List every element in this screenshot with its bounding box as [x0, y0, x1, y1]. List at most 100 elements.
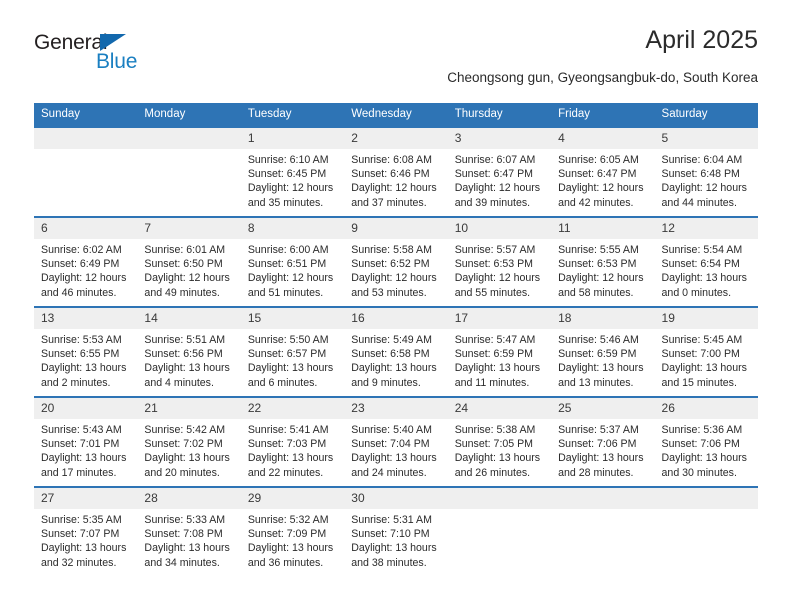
calendar-day-cell[interactable]: 12 Sunrise: 5:54 AM Sunset: 6:54 PM Dayligh… [654, 216, 758, 307]
weekday-header-friday: Friday [551, 103, 655, 127]
day-details: Sunrise: 5:40 AM Sunset: 7:04 PM Daylight:… [344, 419, 447, 480]
sunset-text: Sunset: 6:46 PM [351, 168, 430, 181]
sunrise-text: Sunrise: 6:04 AM [661, 154, 743, 166]
day-details: Sunrise: 5:53 AM Sunset: 6:55 PM Daylight:… [34, 329, 137, 390]
sunrise-text: Sunrise: 5:49 AM [351, 334, 432, 346]
logo-triangle-icon [100, 34, 126, 51]
calendar-week-row: 1 Sunrise: 6:10 AM Sunset: 6:45 PM Daylight… [34, 126, 758, 217]
daylight-text-line1: Daylight: 13 hours [144, 452, 230, 465]
calendar-day-cell[interactable]: 17 Sunrise: 5:47 AM Sunset: 6:59 PM Dayligh… [447, 306, 552, 397]
day-details: Sunrise: 6:07 AM Sunset: 6:47 PM Daylight:… [448, 149, 551, 210]
daylight-text-line1: Daylight: 13 hours [661, 362, 747, 375]
sunset-text: Sunset: 7:06 PM [661, 438, 740, 451]
calendar-container: Sunday Monday Tuesday Wednesday Thursday… [34, 103, 758, 576]
day-number: 28 [137, 488, 241, 509]
calendar-body: 1 Sunrise: 6:10 AM Sunset: 6:45 PM Daylight… [34, 126, 758, 576]
calendar-day-cell[interactable]: 20 Sunrise: 5:43 AM Sunset: 7:01 PM Dayligh… [34, 396, 138, 487]
sunset-text: Sunset: 7:07 PM [41, 528, 120, 541]
day-number: 20 [34, 398, 138, 419]
day-details: Sunrise: 5:35 AM Sunset: 7:07 PM Daylight:… [34, 509, 137, 570]
calendar-day-cell[interactable]: 1 Sunrise: 6:10 AM Sunset: 6:45 PM Daylight… [240, 126, 345, 217]
calendar-day-cell[interactable]: 22 Sunrise: 5:41 AM Sunset: 7:03 PM Dayligh… [240, 396, 345, 487]
calendar-day-cell[interactable]: 26 Sunrise: 5:36 AM Sunset: 7:06 PM Dayligh… [654, 396, 758, 487]
day-number: 6 [34, 218, 138, 239]
daylight-text-line1: Daylight: 13 hours [661, 272, 747, 285]
day-number: 19 [654, 308, 758, 329]
calendar-day-cell[interactable]: 2 Sunrise: 6:08 AM Sunset: 6:46 PM Daylight… [344, 126, 448, 217]
daylight-text-line1: Daylight: 12 hours [454, 272, 541, 285]
daylight-text-line1: Daylight: 13 hours [247, 452, 334, 465]
general-blue-logo[interactable]: General Blue [34, 32, 194, 80]
calendar-day-cell[interactable]: 19 Sunrise: 5:45 AM Sunset: 7:00 PM Dayligh… [654, 306, 758, 397]
sunrise-text: Sunrise: 6:08 AM [351, 154, 432, 166]
calendar-day-cell[interactable]: 9 Sunrise: 5:58 AM Sunset: 6:52 PM Daylight… [344, 216, 448, 307]
calendar-day-cell[interactable]: 8 Sunrise: 6:00 AM Sunset: 6:51 PM Daylight… [240, 216, 345, 307]
calendar-day-cell[interactable]: 27 Sunrise: 5:35 AM Sunset: 7:07 PM Dayligh… [34, 486, 138, 576]
day-number: 30 [344, 488, 448, 509]
calendar-day-cell[interactable]: 16 Sunrise: 5:49 AM Sunset: 6:58 PM Dayligh… [344, 306, 448, 397]
calendar-table: Sunday Monday Tuesday Wednesday Thursday… [34, 103, 758, 576]
calendar-week-row: 13 Sunrise: 5:53 AM Sunset: 6:55 PM Dayligh… [34, 306, 758, 397]
calendar-day-cell[interactable]: 21 Sunrise: 5:42 AM Sunset: 7:02 PM Dayligh… [137, 396, 241, 487]
sunset-text: Sunset: 6:47 PM [558, 168, 637, 181]
day-number: 11 [551, 218, 655, 239]
calendar-day-cell[interactable]: 4 Sunrise: 6:05 AM Sunset: 6:47 PM Daylight… [551, 126, 655, 217]
calendar-day-cell-empty [447, 486, 552, 576]
sunset-text: Sunset: 6:51 PM [247, 258, 327, 271]
day-details: Sunrise: 5:45 AM Sunset: 7:00 PM Daylight:… [655, 329, 758, 390]
daylight-text-line1: Daylight: 13 hours [454, 452, 541, 465]
calendar-head: Sunday Monday Tuesday Wednesday Thursday… [34, 103, 758, 127]
sunset-text: Sunset: 6:45 PM [247, 168, 327, 181]
daylight-text-line2: and 37 minutes. [351, 196, 427, 209]
day-number: 14 [137, 308, 241, 329]
daylight-text-line1: Daylight: 13 hours [558, 452, 644, 465]
day-number: 25 [551, 398, 655, 419]
sunrise-text: Sunrise: 5:42 AM [144, 424, 226, 436]
calendar-day-cell[interactable]: 14 Sunrise: 5:51 AM Sunset: 6:56 PM Dayligh… [137, 306, 241, 397]
day-details: Sunrise: 5:43 AM Sunset: 7:01 PM Daylight:… [34, 419, 137, 480]
calendar-day-cell[interactable]: 25 Sunrise: 5:37 AM Sunset: 7:06 PM Dayligh… [551, 396, 655, 487]
calendar-day-cell[interactable]: 5 Sunrise: 6:04 AM Sunset: 6:48 PM Daylight… [654, 126, 758, 217]
daylight-text-line1: Daylight: 13 hours [351, 452, 437, 465]
daylight-text-line1: Daylight: 12 hours [41, 272, 127, 285]
sunset-text: Sunset: 7:02 PM [144, 438, 223, 451]
logo-text-blue: Blue [96, 50, 138, 73]
daylight-text-line2: and 44 minutes. [661, 196, 737, 209]
calendar-day-cell[interactable]: 6 Sunrise: 6:02 AM Sunset: 6:49 PM Daylight… [34, 216, 138, 307]
daylight-text-line2: and 51 minutes. [247, 286, 324, 299]
calendar-day-cell[interactable]: 3 Sunrise: 6:07 AM Sunset: 6:47 PM Daylight… [447, 126, 552, 217]
sunrise-text: Sunrise: 5:32 AM [247, 514, 329, 526]
day-details: Sunrise: 5:38 AM Sunset: 7:05 PM Daylight:… [448, 419, 551, 480]
calendar-day-cell[interactable]: 10 Sunrise: 5:57 AM Sunset: 6:53 PM Dayligh… [447, 216, 552, 307]
daylight-text-line1: Daylight: 12 hours [558, 272, 644, 285]
calendar-day-cell[interactable]: 7 Sunrise: 6:01 AM Sunset: 6:50 PM Daylight… [137, 216, 241, 307]
sunset-text: Sunset: 6:55 PM [41, 348, 120, 361]
calendar-day-cell[interactable]: 11 Sunrise: 5:55 AM Sunset: 6:53 PM Dayligh… [551, 216, 655, 307]
sunset-text: Sunset: 6:59 PM [454, 348, 534, 361]
calendar-day-cell[interactable]: 30 Sunrise: 5:31 AM Sunset: 7:10 PM Dayligh… [344, 486, 448, 576]
day-number [447, 488, 552, 509]
daylight-text-line1: Daylight: 13 hours [351, 542, 437, 555]
day-details: Sunrise: 6:10 AM Sunset: 6:45 PM Daylight:… [241, 149, 344, 210]
sunrise-text: Sunrise: 5:37 AM [558, 424, 639, 436]
daylight-text-line2: and 4 minutes. [144, 376, 214, 389]
sunrise-text: Sunrise: 6:07 AM [454, 154, 536, 166]
day-details: Sunrise: 5:32 AM Sunset: 7:09 PM Daylight:… [241, 509, 344, 570]
sunset-text: Sunset: 6:59 PM [558, 348, 637, 361]
calendar-day-cell[interactable]: 23 Sunrise: 5:40 AM Sunset: 7:04 PM Dayligh… [344, 396, 448, 487]
daylight-text-line1: Daylight: 13 hours [351, 362, 437, 375]
sunset-text: Sunset: 7:03 PM [247, 438, 327, 451]
sunset-text: Sunset: 6:52 PM [351, 258, 430, 271]
calendar-day-cell[interactable]: 18 Sunrise: 5:46 AM Sunset: 6:59 PM Dayligh… [551, 306, 655, 397]
calendar-day-cell[interactable]: 15 Sunrise: 5:50 AM Sunset: 6:57 PM Dayligh… [240, 306, 345, 397]
calendar-day-cell[interactable]: 29 Sunrise: 5:32 AM Sunset: 7:09 PM Dayligh… [240, 486, 345, 576]
sunrise-text: Sunrise: 5:41 AM [247, 424, 329, 436]
day-number: 7 [137, 218, 241, 239]
calendar-day-cell[interactable]: 24 Sunrise: 5:38 AM Sunset: 7:05 PM Dayligh… [447, 396, 552, 487]
sunrise-text: Sunrise: 6:05 AM [558, 154, 639, 166]
page-header: General Blue April 2025 Cheongsong gun, … [34, 26, 758, 96]
calendar-day-cell[interactable]: 13 Sunrise: 5:53 AM Sunset: 6:55 PM Dayligh… [34, 306, 138, 397]
daylight-text-line2: and 46 minutes. [41, 286, 117, 299]
calendar-day-cell[interactable]: 28 Sunrise: 5:33 AM Sunset: 7:08 PM Dayligh… [137, 486, 241, 576]
day-number: 12 [654, 218, 758, 239]
